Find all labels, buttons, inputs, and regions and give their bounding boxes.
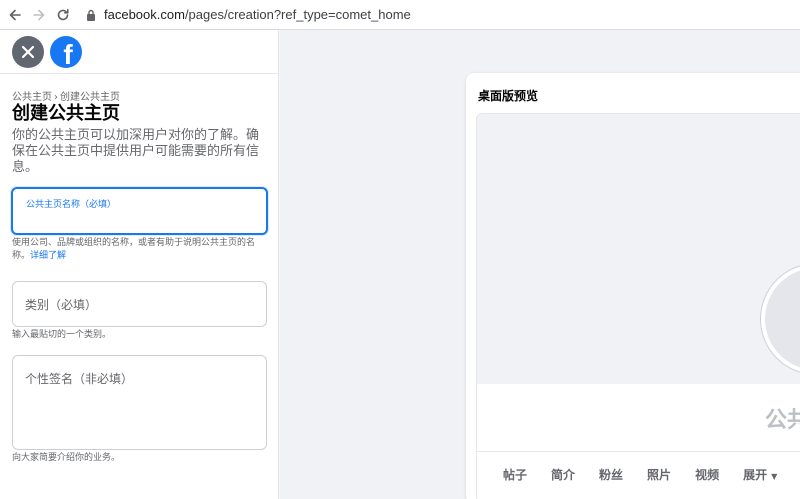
page-title: 创建公共主页 bbox=[12, 103, 120, 124]
page-name-input[interactable]: 公共主页名称（必填） bbox=[11, 187, 268, 235]
lock-icon[interactable] bbox=[86, 9, 96, 21]
tab-videos: 视频 bbox=[695, 467, 720, 482]
caret-down-icon: ▼ bbox=[771, 471, 778, 481]
category-input[interactable]: 类别（必填） bbox=[12, 281, 267, 327]
breadcrumb: 公共主页 › 创建公共主页 bbox=[12, 88, 266, 103]
category-placeholder: 类别（必填） bbox=[25, 298, 98, 312]
forward-button[interactable] bbox=[30, 6, 48, 24]
url-path: /pages/creation?ref_type=comet_home bbox=[184, 7, 411, 22]
arrow-left-icon bbox=[9, 9, 21, 20]
reload-icon bbox=[57, 8, 69, 20]
tab-more-label: 展开 bbox=[743, 467, 768, 482]
breadcrumb-current: 创建公共主页 bbox=[60, 92, 120, 103]
page-name-helper: 使用公司、品牌或组织的名称，或者有助于说明公共主页的名称。详细了解 bbox=[12, 237, 266, 263]
tab-about: 简介 bbox=[551, 467, 576, 482]
tab-followers: 粉丝 bbox=[599, 467, 624, 482]
page-creation-panel: f 公共主页 › 创建公共主页 创建公共主页 你的公共主页可以加深用户对你的了解。确… bbox=[0, 30, 279, 499]
bio-helper: 向大家简要介绍你的业务。 bbox=[12, 453, 121, 463]
back-button[interactable] bbox=[6, 6, 24, 24]
address-bar[interactable]: facebook.com/pages/creation?ref_type=com… bbox=[104, 7, 411, 22]
tab-more: 展开 ▼ bbox=[743, 466, 777, 483]
page-description: 你的公共主页可以加深用户对你的了解。确保在公共主页中提供用户可能需要的所有信息。 bbox=[12, 128, 260, 175]
reload-button[interactable] bbox=[54, 6, 72, 24]
breadcrumb-parent[interactable]: 公共主页 bbox=[12, 92, 52, 103]
preview-title: 桌面版预览 bbox=[478, 89, 539, 103]
cover-photo-placeholder bbox=[477, 114, 800, 384]
tab-posts: 帖子 bbox=[503, 467, 528, 482]
preview-tabs: 帖子 简介 粉丝 照片 视频 展开 ▼ bbox=[477, 454, 800, 494]
breadcrumb-separator: › bbox=[54, 92, 58, 103]
close-button[interactable] bbox=[12, 35, 44, 68]
url-host: facebook.com bbox=[104, 7, 185, 22]
desktop-preview-card: 桌面版预览 公共 帖子 简介 粉丝 照片 视频 展开▼ bbox=[466, 73, 800, 499]
category-helper: 输入最贴切的一个类别。 bbox=[12, 330, 112, 340]
facebook-logo-icon[interactable]: f bbox=[50, 35, 82, 68]
page-name-preview: 公共 bbox=[765, 408, 800, 433]
divider bbox=[477, 451, 800, 452]
browser-toolbar: facebook.com/pages/creation?ref_type=com… bbox=[0, 0, 800, 30]
preview-frame: 公共 帖子 简介 粉丝 照片 视频 展开▼ bbox=[476, 113, 800, 499]
learn-more-link[interactable]: 详细了解 bbox=[30, 251, 66, 261]
tab-photos: 照片 bbox=[647, 467, 672, 482]
page-name-label: 公共主页名称（必填） bbox=[26, 200, 117, 210]
arrow-right-icon bbox=[33, 9, 45, 20]
preview-area: 桌面版预览 公共 帖子 简介 粉丝 照片 视频 展开▼ bbox=[280, 30, 800, 499]
close-icon bbox=[21, 45, 35, 58]
panel-header: f bbox=[0, 30, 278, 74]
bio-placeholder: 个性签名（非必填） bbox=[25, 372, 134, 386]
bio-textarea[interactable]: 个性签名（非必填） bbox=[12, 355, 267, 450]
